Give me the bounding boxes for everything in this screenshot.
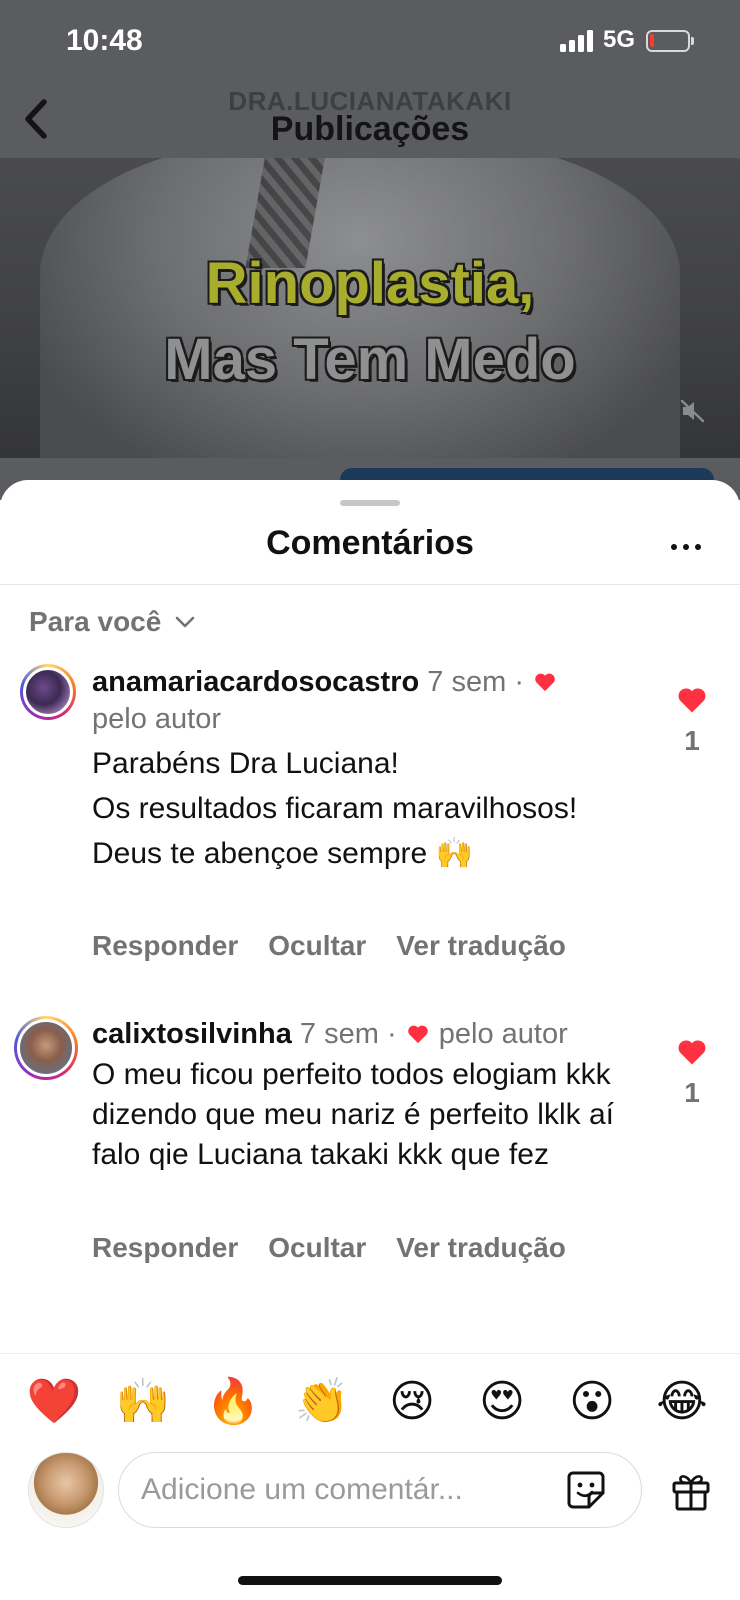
- emoji-fire[interactable]: 🔥: [203, 1372, 263, 1432]
- home-indicator: [238, 1576, 502, 1585]
- comment-username[interactable]: anamariacardosocastro: [92, 666, 419, 698]
- speaker-muted-icon[interactable]: [680, 398, 706, 424]
- liked-by-author-label: pelo autor: [92, 703, 221, 735]
- avatar: [28, 1452, 104, 1528]
- emoji-raised-hands[interactable]: 🙌: [113, 1372, 173, 1432]
- network-type: 5G: [603, 26, 636, 53]
- hide-button[interactable]: Ocultar: [268, 1232, 366, 1264]
- comment-time: 7 sem: [427, 666, 507, 698]
- sheet-grabber[interactable]: [340, 500, 400, 506]
- chevron-down-icon: [176, 616, 195, 628]
- emoji-quick-bar: ❤️ 🙌 🔥 👏 😢 😍 😮 😂: [0, 1372, 740, 1432]
- comment-text-line: O meu ficou perfeito todos elogiam kkk d…: [92, 1058, 614, 1171]
- like-count: 1: [684, 1077, 700, 1108]
- background-screen: 10:48 5G DRA.LUCIANATAKAKI Publicações R…: [0, 0, 740, 500]
- sticker-icon[interactable]: [565, 1469, 607, 1511]
- avatar[interactable]: [14, 1016, 78, 1080]
- liked-by-author-label: pelo autor: [438, 1018, 568, 1050]
- video-caption-line1: Rinoplastia,: [205, 251, 535, 316]
- divider: [0, 584, 740, 585]
- reply-button[interactable]: Responder: [92, 930, 238, 962]
- avatar[interactable]: [20, 664, 76, 720]
- author-liked-heart-icon: [407, 1025, 428, 1044]
- see-translation-button[interactable]: Ver tradução: [396, 930, 566, 962]
- sheet-title: Comentários: [266, 524, 474, 562]
- comment-input[interactable]: [141, 1467, 541, 1513]
- sort-dropdown[interactable]: Para você: [29, 604, 195, 640]
- comment-input-box[interactable]: [118, 1452, 642, 1528]
- video-player[interactable]: Rinoplastia, Mas Tem Medo: [0, 158, 740, 458]
- battery-icon: [646, 30, 694, 52]
- cellular-signal-icon: [560, 30, 594, 52]
- emoji-heart[interactable]: ❤️: [24, 1372, 84, 1432]
- sort-label: Para você: [29, 606, 162, 637]
- comment-text-line: Os resultados ficaram maravilhosos!: [92, 792, 578, 825]
- gift-icon[interactable]: [670, 1470, 712, 1512]
- page-title: Publicações: [270, 110, 470, 148]
- video-caption-line2: Mas Tem Medo: [164, 327, 576, 392]
- comment-text-line: Deus te abençoe sempre 🙌: [92, 837, 473, 870]
- heart-filled-icon[interactable]: [677, 1038, 707, 1066]
- reply-button[interactable]: Responder: [92, 1232, 238, 1264]
- post-header: DRA.LUCIANATAKAKI Publicações: [0, 80, 740, 158]
- see-translation-button[interactable]: Ver tradução: [396, 1232, 566, 1264]
- heart-filled-icon[interactable]: [677, 686, 707, 714]
- status-bar: 10:48 5G: [0, 0, 740, 80]
- emoji-laughing[interactable]: 😂: [652, 1372, 712, 1432]
- comment-text-line: Parabéns Dra Luciana!: [92, 747, 399, 780]
- like-count: 1: [684, 725, 700, 756]
- more-horizontal-icon[interactable]: [668, 532, 704, 562]
- comment-time: 7 sem: [299, 1018, 379, 1050]
- emoji-surprised[interactable]: 😮: [562, 1372, 622, 1432]
- comment-username[interactable]: calixtosilvinha: [92, 1018, 292, 1050]
- author-liked-heart-icon: [535, 673, 555, 692]
- divider: [0, 1353, 740, 1354]
- status-time: 10:48: [66, 24, 143, 57]
- hide-button[interactable]: Ocultar: [268, 930, 366, 962]
- emoji-clapping[interactable]: 👏: [292, 1372, 352, 1432]
- emoji-heart-eyes[interactable]: 😍: [472, 1372, 532, 1432]
- emoji-crying[interactable]: 😢: [382, 1372, 442, 1432]
